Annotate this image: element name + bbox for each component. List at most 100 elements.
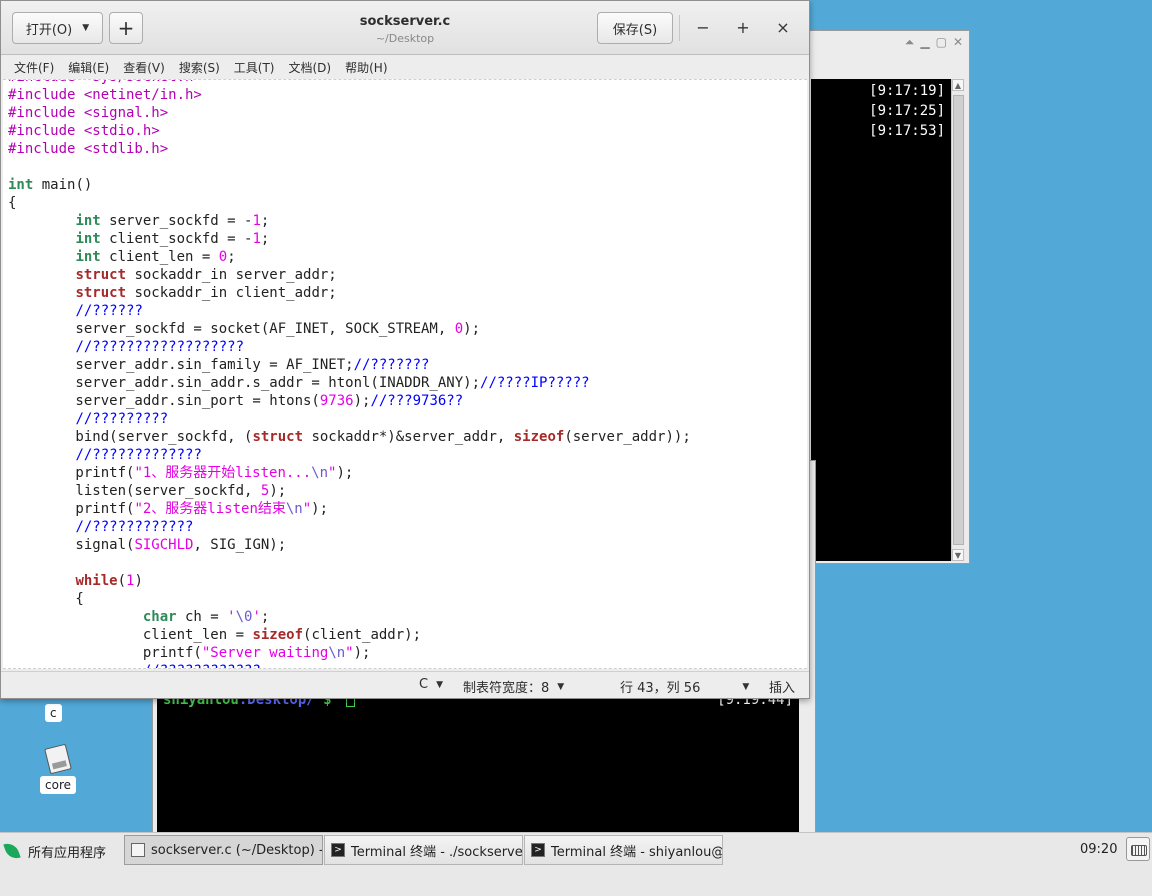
code-line: client_len = sizeof(client_addr); — [8, 626, 691, 644]
code-line: struct sockaddr_in client_addr; — [8, 284, 691, 302]
menu-documents[interactable]: 文档(D) — [282, 59, 339, 76]
code-line: server_sockfd = socket(AF_INET, SOCK_STR… — [8, 320, 691, 338]
code-token: char — [142, 609, 177, 625]
code-token: printf( — [8, 465, 135, 481]
terminal-icon: > — [531, 843, 545, 857]
code-line: //???????????? — [8, 518, 691, 536]
insert-mode-label[interactable]: 插入 — [769, 677, 795, 696]
header-bar: 打开(O) ▼ + sockserver.c ~/Desktop 保存(S) −… — [1, 1, 809, 55]
code-token: 1 — [252, 231, 261, 247]
language-label: C — [419, 677, 429, 692]
code-token: ( — [117, 573, 127, 589]
code-line: { — [8, 194, 691, 212]
code-token: server_addr.sin_port = htons( — [8, 393, 320, 409]
code-token: #include <netinet/in.h> — [8, 87, 202, 103]
code-line: #include <netinet/in.h> — [8, 86, 691, 104]
code-token: server_sockfd = socket(AF_INET, SOCK_STR… — [8, 321, 455, 337]
save-button[interactable]: 保存(S) — [597, 12, 673, 44]
terminal-right-menubar — [807, 53, 969, 79]
code-token: \n — [311, 465, 329, 481]
scroll-up-icon[interactable]: ▲ — [952, 79, 964, 91]
scroll-thumb[interactable] — [953, 95, 964, 545]
code-token: sizeof — [513, 429, 565, 445]
desktop-icon-label: core — [40, 776, 76, 794]
menu-file[interactable]: 文件(F) — [7, 59, 61, 76]
code-token: signal( — [8, 537, 135, 553]
code-token: //????IP????? — [480, 375, 590, 391]
code-token: struct — [75, 285, 127, 301]
terminal-bottom-output[interactable]: shiyanlou:Desktop/ $ [9:19:44] — [157, 691, 799, 835]
code-token: main() — [33, 177, 93, 193]
code-line: //????????????? — [8, 446, 691, 464]
minimize-button[interactable]: − — [692, 17, 714, 39]
tab-width-selector[interactable]: 制表符宽度：8 ▼ — [463, 677, 564, 696]
code-line: while(1) — [8, 572, 691, 590]
code-token: ch = — [176, 609, 228, 625]
minimize-icon[interactable]: ▁ — [920, 35, 929, 49]
menu-help[interactable]: 帮助(H) — [338, 59, 394, 76]
code-line: int main() — [8, 176, 691, 194]
clock[interactable]: 09:20 — [1080, 842, 1117, 857]
code-token: ); — [336, 465, 354, 481]
code-text[interactable]: #include <sys/socket.h> #include <netinet… — [8, 80, 691, 668]
code-token: \0 — [235, 609, 253, 625]
menu-search[interactable]: 搜索(S) — [172, 59, 227, 76]
desktop-icon-core[interactable]: core — [40, 743, 76, 794]
menu-view[interactable]: 查看(V) — [116, 59, 172, 76]
code-token: int — [75, 213, 101, 229]
tab-width-label: 制表符宽度：8 — [463, 681, 550, 696]
code-line: #include <stdlib.h> — [8, 140, 691, 158]
menu-edit[interactable]: 编辑(E) — [61, 59, 116, 76]
task-button-terminal-1[interactable]: > Terminal 终端 - ./sockserver — [324, 835, 523, 865]
code-token: "2、服务器listen结束 — [134, 501, 286, 517]
code-line: int server_sockfd = -1; — [8, 212, 691, 230]
close-icon[interactable]: ✕ — [953, 35, 963, 49]
terminal-window-right[interactable]: ⏶ ▁ ▢ ✕ [9:17:19] [9:17:25] [9:17:53] ▲ … — [806, 30, 970, 564]
code-token: 9736 — [319, 393, 354, 409]
code-token: server_sockfd = - — [100, 213, 253, 229]
code-line: server_addr.sin_family = AF_INET;//?????… — [8, 356, 691, 374]
code-line: server_addr.sin_addr.s_addr = htonl(INAD… — [8, 374, 691, 392]
code-token: printf( — [8, 645, 202, 661]
code-token: ; — [260, 609, 270, 625]
desktop-icon-c[interactable]: c — [45, 700, 62, 722]
code-token: server_addr.sin_addr.s_addr = htonl(INAD… — [8, 375, 481, 391]
code-token: (server_addr)); — [564, 429, 691, 445]
code-token: //?????????????????? — [75, 339, 245, 355]
terminal-icon: > — [331, 843, 345, 857]
code-token: SIGCHLD — [134, 537, 194, 553]
terminal-right-output[interactable]: [9:17:19] [9:17:25] [9:17:53] — [811, 79, 953, 561]
code-token: ; — [260, 231, 270, 247]
header-separator — [679, 15, 680, 41]
code-editor[interactable]: #include <sys/socket.h> #include <netinet… — [3, 79, 807, 669]
code-token: #include <stdio.h> — [8, 123, 160, 139]
save-button-label: 保存(S) — [612, 22, 658, 38]
scroll-down-icon[interactable]: ▼ — [952, 549, 964, 561]
gedit-window[interactable]: 打开(O) ▼ + sockserver.c ~/Desktop 保存(S) −… — [0, 0, 810, 699]
maximize-button[interactable]: + — [732, 17, 754, 39]
menu-tools[interactable]: 工具(T) — [227, 59, 282, 76]
shade-icon[interactable]: ⏶ — [905, 35, 915, 50]
code-token: sizeof — [252, 627, 304, 643]
keyboard-icon[interactable] — [1126, 837, 1150, 861]
language-selector[interactable]: C ▼ — [419, 677, 443, 692]
code-line: struct sockaddr_in server_addr; — [8, 266, 691, 284]
terminal-right-scrollbar[interactable]: ▲ ▼ — [951, 79, 965, 561]
task-button-gedit[interactable]: sockserver.c (~/Desktop) - ··· — [124, 835, 323, 865]
applications-menu-button[interactable]: 所有应用程序 — [3, 839, 106, 863]
code-token: sockaddr_in client_addr; — [126, 285, 337, 301]
cursor-position-selector[interactable]: 行 43，列 56 ▼ — [620, 677, 749, 696]
cursor-position-label: 行 43，列 56 — [620, 681, 701, 696]
taskbar: 所有应用程序 sockserver.c (~/Desktop) - ··· > … — [0, 832, 1152, 896]
close-button[interactable]: × — [772, 17, 794, 39]
maximize-icon[interactable]: ▢ — [936, 35, 947, 49]
task-button-terminal-2[interactable]: > Terminal 终端 - shiyanlou@··· — [524, 835, 723, 865]
code-token: ' — [252, 609, 261, 625]
